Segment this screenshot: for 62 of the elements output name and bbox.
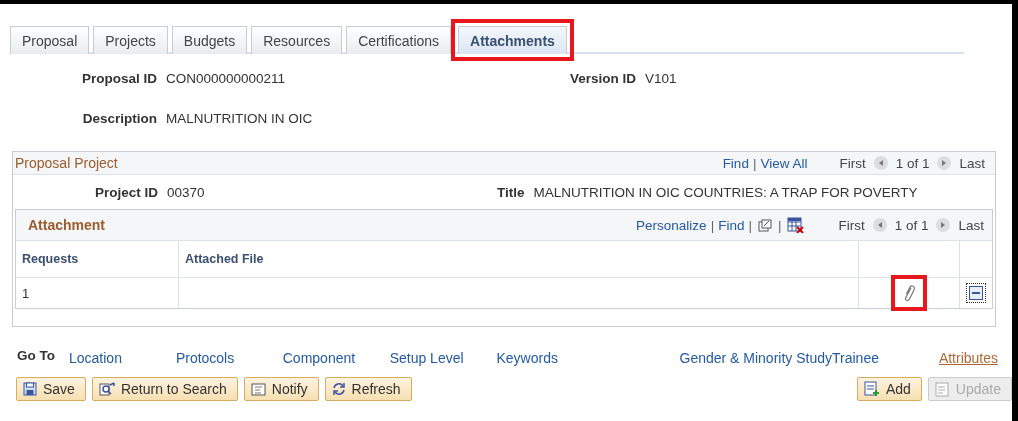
grid-title: Attachment [27, 217, 105, 233]
go-to-link[interactable]: Component [282, 350, 390, 366]
last-label: Last [958, 217, 984, 233]
field-label: Title [497, 184, 525, 200]
field-label: Version ID [570, 71, 637, 86]
separator-text: | [777, 217, 782, 233]
tab[interactable]: Budgets [171, 26, 248, 54]
go-to-link[interactable]: Gender & Minority Study [679, 350, 832, 366]
separator-text: | [710, 217, 715, 233]
panel-title: Proposal Project [15, 155, 118, 171]
paperclip-icon[interactable] [903, 284, 915, 302]
personalize-link[interactable]: Personalize [636, 217, 707, 233]
add-button[interactable]: Add [856, 377, 922, 401]
field-value: 00370 [167, 184, 206, 200]
search-button[interactable]: Return to Search [91, 377, 238, 401]
field-label: Project ID [93, 184, 158, 200]
previous-icon[interactable] [872, 218, 887, 232]
notify-button[interactable]: Notify [243, 377, 319, 401]
column-header: Attached File [178, 241, 859, 278]
first-label: First [839, 155, 866, 171]
find-link[interactable]: Find [722, 155, 749, 171]
magnifier-icon [98, 382, 115, 396]
table-cell: 1 [16, 277, 179, 308]
go-to-link[interactable]: Keywords [496, 350, 668, 366]
field-value: CON000000000211 [166, 71, 287, 86]
page-count: 1 of 1 [894, 217, 929, 233]
page-count: 1 of 1 [895, 155, 930, 171]
separator-text: | [752, 155, 757, 171]
tab[interactable]: Projects [93, 26, 168, 54]
find-link[interactable]: Find [718, 217, 745, 233]
document-plus-icon [863, 381, 880, 397]
go-to-label: Go To [17, 347, 55, 363]
go-to-link[interactable]: Attributes [938, 350, 999, 366]
last-label: Last [959, 155, 985, 171]
field-label: Description [81, 111, 157, 126]
tab[interactable]: Certifications [346, 26, 452, 54]
field-value: MALNUTRITION IN OIC [166, 111, 313, 126]
go-to-link[interactable]: Location [69, 350, 176, 366]
new-window-icon[interactable] [757, 218, 772, 232]
spreadsheet-icon[interactable] [787, 217, 805, 233]
document-icon [934, 381, 950, 397]
next-icon[interactable] [936, 218, 951, 232]
separator-text: | [748, 217, 752, 233]
save-button[interactable]: Save [16, 377, 86, 401]
first-label: First [838, 217, 865, 233]
go-to-link[interactable]: Setup Level [389, 350, 497, 366]
field-label: Proposal ID [81, 71, 157, 86]
next-icon[interactable] [937, 156, 952, 170]
go-to-link[interactable]: Trainee [832, 350, 939, 366]
tab[interactable]: Resources [251, 26, 343, 54]
refresh-button[interactable]: Refresh [324, 377, 412, 401]
column-header: Requests [16, 241, 179, 278]
previous-icon[interactable] [873, 156, 888, 170]
go-to-link[interactable]: Protocols [175, 350, 283, 366]
refresh-icon [331, 382, 346, 396]
tab[interactable]: Attachments [458, 26, 567, 54]
tab[interactable]: Proposal [10, 26, 90, 54]
note-icon [250, 382, 266, 396]
field-value: MALNUTRITION IN OIC COUNTRIES: A TRAP FOR POVERTY [533, 184, 918, 200]
field-value: V101 [645, 71, 677, 86]
view-all-link[interactable]: View All [760, 155, 808, 171]
delete-row-button[interactable] [966, 283, 986, 303]
